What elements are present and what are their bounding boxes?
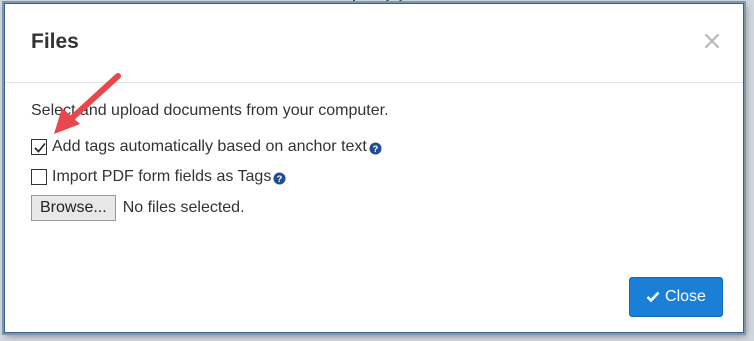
file-input: Browse... No files selected. xyxy=(31,195,245,221)
close-button[interactable]: Close xyxy=(629,277,723,317)
svg-text:?: ? xyxy=(373,144,379,154)
help-icon[interactable]: ? xyxy=(369,142,382,155)
import-pdf-fields-checkbox[interactable] xyxy=(31,169,47,185)
option-add-tags: Add tags automatically based on anchor t… xyxy=(31,138,382,156)
browse-button[interactable]: Browse... xyxy=(31,195,116,221)
import-pdf-fields-label: Import PDF form fields as Tags xyxy=(52,168,272,185)
close-button-label: Close xyxy=(665,288,706,305)
files-dialog: Files Select and upload documents from y… xyxy=(4,3,744,333)
file-status: No files selected. xyxy=(122,199,245,216)
add-tags-checkbox[interactable] xyxy=(31,139,47,155)
check-icon xyxy=(646,291,660,303)
dialog-instruction: Select and upload documents from your co… xyxy=(31,102,389,119)
svg-text:?: ? xyxy=(277,174,283,184)
help-icon[interactable]: ? xyxy=(273,172,286,185)
dialog-title: Files xyxy=(31,30,79,53)
checkmark-icon xyxy=(34,142,46,153)
dialog-header: Files xyxy=(5,4,743,83)
add-tags-label: Add tags automatically based on anchor t… xyxy=(52,138,367,155)
option-import-pdf-fields: Import PDF form fields as Tags ? xyxy=(31,168,286,186)
close-icon[interactable] xyxy=(703,32,721,50)
